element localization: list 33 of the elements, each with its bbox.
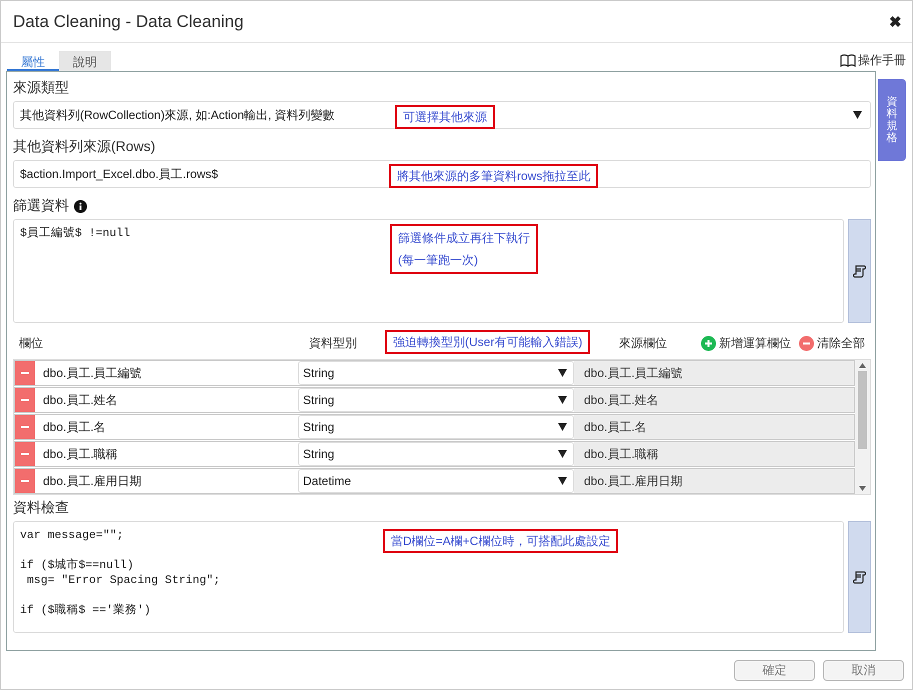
dialog-button[interactable]: 確定 xyxy=(734,660,815,680)
scroll-up-icon[interactable] xyxy=(859,363,866,368)
field-label: 來源類型 xyxy=(13,79,70,97)
info-icon[interactable] xyxy=(74,200,87,212)
close-button[interactable]: ✖ xyxy=(889,12,902,30)
annotation: 強迫轉換型別(User有可能輸入錯誤) xyxy=(385,330,590,354)
annotation: 將其他來源的多筆資料rows拖拉至此 xyxy=(389,164,598,188)
script-icon xyxy=(853,570,866,584)
script-button[interactable] xyxy=(848,521,871,633)
field-label: 資料檢查 xyxy=(13,499,70,517)
caret-icon xyxy=(853,111,862,119)
plus-icon xyxy=(701,336,716,350)
minus-icon xyxy=(799,336,814,350)
book-icon xyxy=(840,54,856,67)
annotation: 篩選條件成立再往下執行 (每一筆跑一次) xyxy=(390,224,538,274)
tab[interactable]: 說明 xyxy=(59,51,111,71)
column-header: 資料型別 xyxy=(309,334,358,352)
annotation: 可選擇其他來源 xyxy=(395,105,495,129)
scroll-down-icon[interactable] xyxy=(859,486,866,491)
side-tab[interactable]: 資料規格 xyxy=(878,79,906,161)
window-title: Data Cleaning - Data Cleaning xyxy=(13,12,244,32)
scrollbar[interactable] xyxy=(855,360,870,494)
clear-all-button[interactable]: 清除全部 xyxy=(799,334,865,352)
add-field-button[interactable]: 新增運算欄位 xyxy=(701,334,791,352)
script-button[interactable] xyxy=(848,219,871,323)
column-header: 欄位 xyxy=(19,334,44,352)
field-label: 篩選資料 xyxy=(13,197,69,215)
dialog-button[interactable]: 取消 xyxy=(823,660,904,680)
script-icon xyxy=(853,264,866,278)
column-header: 來源欄位 xyxy=(619,334,667,352)
field-label: 其他資料列來源(Rows) xyxy=(13,138,156,156)
manual-link[interactable]: 操作手冊 xyxy=(840,52,906,69)
annotation: 當D欄位=A欄+C欄位時，可搭配此處設定 xyxy=(383,529,618,553)
